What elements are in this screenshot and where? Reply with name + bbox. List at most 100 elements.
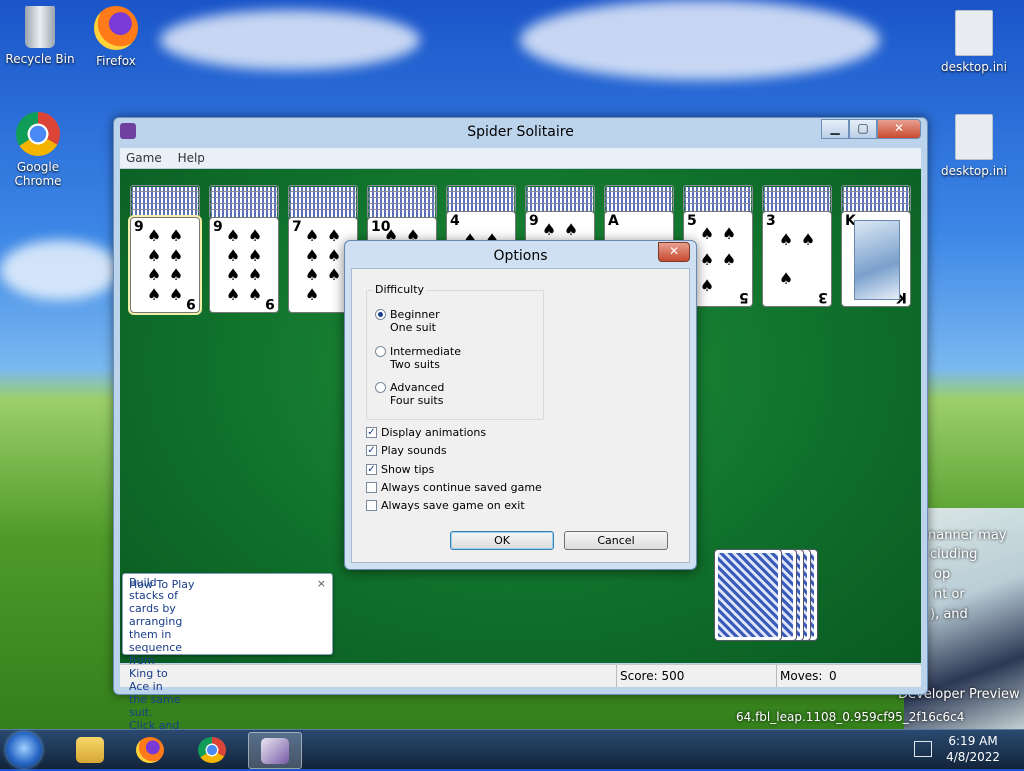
card-rank-inverted: 9 — [265, 295, 275, 311]
radio-indicator[interactable] — [375, 346, 386, 357]
how-to-play-tip: How To Play Build stacks of cards by arr… — [122, 573, 333, 771]
desktop-icon-firefox[interactable]: Firefox — [76, 6, 156, 68]
spade-icon: ♠ — [304, 245, 320, 265]
watermark-fragment-3: op — [934, 567, 951, 582]
close-button[interactable]: ✕ — [877, 119, 921, 139]
spade-icon: ♠ — [699, 249, 715, 269]
checkbox-display-animations[interactable]: ✓ Display animations — [366, 426, 486, 439]
dialog-close-button[interactable]: ✕ — [658, 242, 690, 262]
taskbar-spider-solitaire[interactable] — [248, 732, 302, 769]
desktop-icon-google-chrome[interactable]: Google Chrome — [0, 112, 78, 188]
desktop-icon-recycle-bin[interactable]: Recycle Bin — [0, 6, 80, 66]
desktop-icon-label: Firefox — [96, 54, 136, 68]
spade-icon: ♠ — [563, 220, 579, 240]
spade-icon: ♠ — [721, 223, 737, 243]
face-up-card[interactable]: 3 3 ♠ ♠ ♠ — [762, 211, 832, 307]
spade-icon: ♠ — [778, 269, 794, 288]
tip-body: Build stacks of cards by arranging them … — [129, 576, 183, 771]
spade-icon: ♠ — [146, 245, 162, 265]
radio-label: Advanced — [390, 381, 445, 394]
desktop-icon-label: Recycle Bin — [5, 52, 75, 66]
chrome-icon — [16, 112, 60, 156]
wallpaper-cloud — [520, 0, 880, 80]
checkbox-label: Play sounds — [381, 444, 447, 457]
checkbox-box[interactable]: ✓ — [366, 464, 377, 475]
status-bar: Score: 500 Moves: 0 — [120, 664, 921, 687]
desktop-icon-desktop-ini-2[interactable]: desktop.ini — [934, 114, 1014, 178]
radio-beginner[interactable]: Beginner One suit — [375, 308, 440, 334]
card-rank-inverted: 3 — [818, 289, 828, 305]
checkbox-always-save-game-on-exit[interactable]: Always save game on exit — [366, 499, 525, 512]
start-button[interactable] — [6, 732, 42, 768]
checkbox-box[interactable] — [366, 500, 377, 511]
checkbox-play-sounds[interactable]: ✓ Play sounds — [366, 444, 447, 457]
card-pips: ♠♠♠♠♠♠♠♠ — [143, 226, 187, 304]
desktop-icon-desktop-ini[interactable]: desktop.ini — [934, 10, 1014, 74]
moves-label: Moves: — [780, 669, 823, 683]
window-title: Spider Solitaire — [467, 124, 574, 140]
dialog-title: Options — [493, 248, 548, 264]
taskbar-file-explorer[interactable] — [64, 732, 116, 767]
chrome-icon — [198, 737, 226, 763]
king-card-art — [854, 220, 900, 300]
spade-icon: ♠ — [304, 226, 320, 246]
card-pips: ♠ ♠ ♠ ♠ ♠ — [696, 220, 740, 298]
cancel-button[interactable]: Cancel — [564, 531, 668, 550]
folder-icon — [76, 737, 104, 763]
spade-icon: ♠ — [168, 265, 184, 285]
window-titlebar[interactable]: Spider Solitaire ▁ ▢ ✕ — [114, 118, 927, 146]
menu-game[interactable]: Game — [120, 148, 168, 168]
firefox-icon — [136, 737, 164, 763]
watermark-fragment-1: nanner may — [928, 528, 1007, 543]
radio-indicator[interactable] — [375, 309, 386, 320]
spade-icon: ♠ — [304, 265, 320, 285]
network-icon[interactable] — [914, 741, 932, 757]
desktop-icon-label: desktop.ini — [941, 60, 1007, 74]
tip-close-icon[interactable]: × — [317, 577, 326, 590]
watermark-fragment-2: cluding — [930, 547, 978, 562]
spade-icon: ♠ — [146, 265, 162, 285]
radio-intermediate[interactable]: Intermediate Two suits — [375, 345, 461, 371]
score-display: Score: 500 — [620, 669, 685, 683]
taskbar: 6:19 AM 4/8/2022 — [0, 729, 1024, 769]
spade-icon: ♠ — [146, 284, 162, 304]
stock-pile[interactable] — [714, 549, 782, 641]
system-clock[interactable]: 6:19 AM 4/8/2022 — [946, 733, 1000, 765]
ok-button[interactable]: OK — [450, 531, 554, 550]
options-dialog: Options ✕ Difficulty Beginner One suit In… — [344, 240, 697, 570]
spade-icon: ♠ — [225, 284, 241, 304]
checkbox-label: Always continue saved game — [381, 481, 542, 494]
wallpaper-cloud — [160, 10, 420, 70]
checkbox-box[interactable]: ✓ — [366, 427, 377, 438]
menu-help[interactable]: Help — [172, 148, 211, 168]
settings-file-icon — [955, 114, 993, 160]
checkbox-label: Show tips — [381, 463, 435, 476]
checkbox-box[interactable] — [366, 482, 377, 493]
clock-date: 4/8/2022 — [946, 750, 1000, 764]
taskbar-firefox[interactable] — [124, 732, 176, 767]
firefox-icon — [94, 6, 138, 50]
spade-icon: ♠ — [247, 226, 263, 246]
radio-advanced[interactable]: Advanced Four suits — [375, 381, 444, 407]
desktop-icon-label: Google Chrome — [14, 160, 62, 188]
spade-icon: ♠ — [247, 284, 263, 304]
face-up-card[interactable]: 99♠♠♠♠♠♠♠♠ — [130, 217, 200, 313]
taskbar-chrome[interactable] — [186, 732, 238, 767]
maximize-button[interactable]: ▢ — [849, 119, 877, 139]
radio-indicator[interactable] — [375, 382, 386, 393]
settings-file-icon — [955, 10, 993, 56]
checkbox-always-continue-saved-game[interactable]: Always continue saved game — [366, 481, 542, 494]
card-rank-inverted: 5 — [739, 289, 749, 305]
card-pips: ♠ ♠ ♠ ♠ ♠ ♠ ♠ — [301, 226, 345, 304]
minimize-button[interactable]: ▁ — [821, 119, 849, 139]
checkbox-box[interactable]: ✓ — [366, 445, 377, 456]
spade-icon: ♠ — [326, 265, 342, 285]
card-pips: ♠ ♠ ♠ — [775, 220, 819, 298]
face-up-card[interactable]: 99♠♠♠♠♠♠♠♠ — [209, 217, 279, 313]
watermark-build-id: 64.fbl_leap.1108_0.959cf95_2f16c6c4 — [736, 710, 965, 724]
face-up-card[interactable]: KK — [841, 211, 911, 307]
radio-detail: One suit — [390, 321, 436, 334]
watermark-fragment-5: ), and — [930, 607, 968, 622]
dialog-body: Difficulty Beginner One suit Intermediate… — [351, 268, 690, 563]
checkbox-show-tips[interactable]: ✓ Show tips — [366, 463, 434, 476]
